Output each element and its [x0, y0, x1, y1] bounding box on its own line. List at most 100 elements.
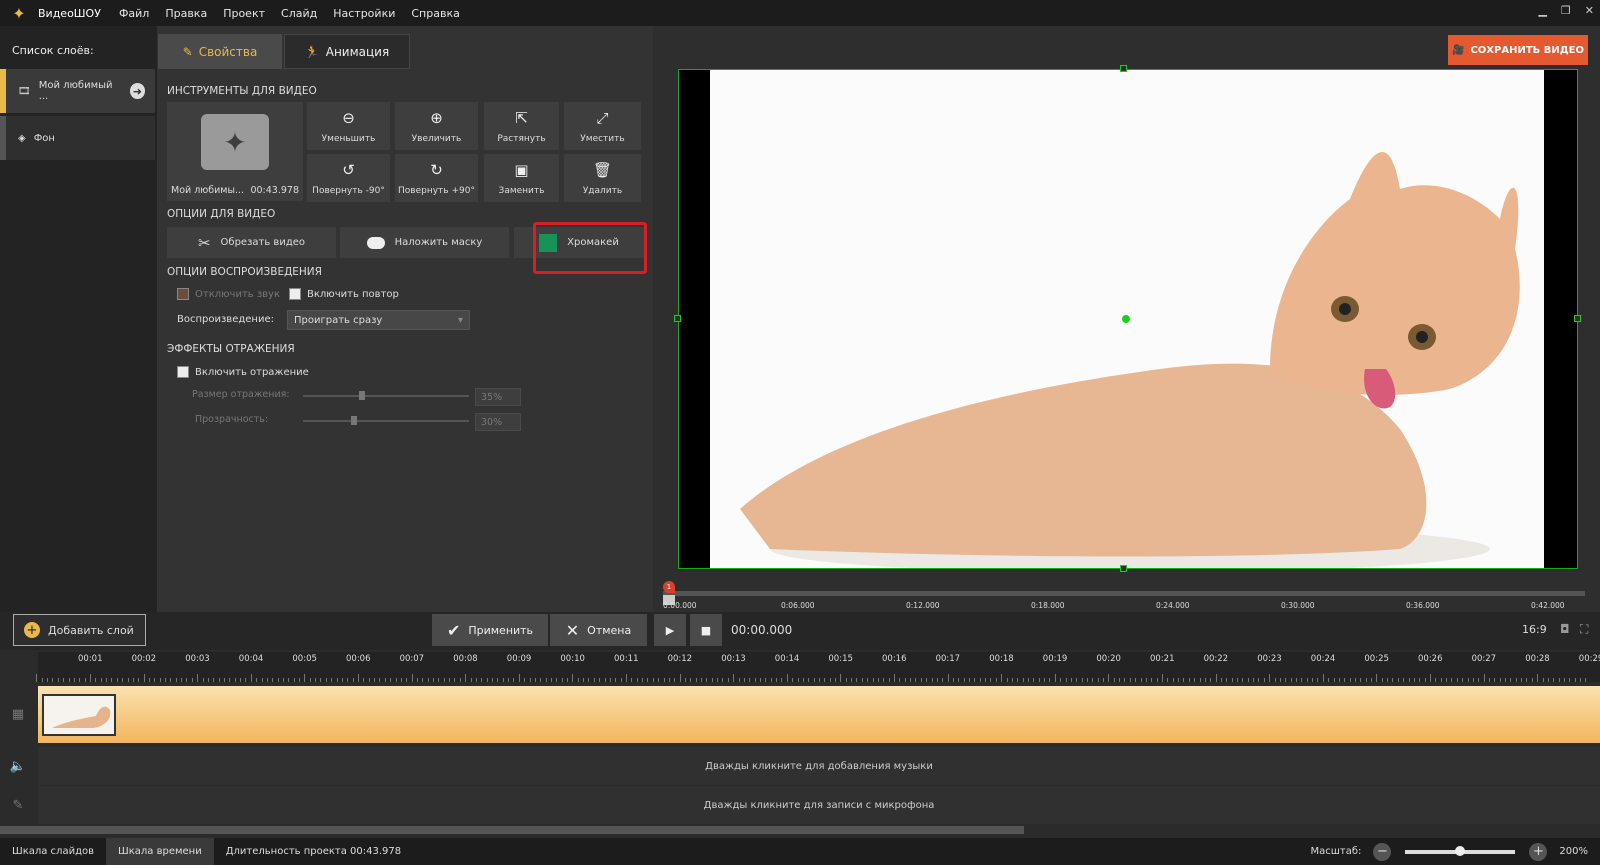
fit-button[interactable]: ⤢ Уместить: [564, 102, 641, 150]
timeline-tick-mark: [288, 678, 290, 682]
cut-video-button[interactable]: ✂ Обрезать видео: [167, 227, 336, 258]
timeline-tick-mark: [583, 678, 585, 682]
timeline-tick-mark: [1467, 678, 1469, 682]
preview-ruler[interactable]: 1 0:00.000 0:06.000 0:12.000 0:18.000 0:…: [663, 581, 1585, 610]
resize-handle[interactable]: [1120, 65, 1127, 72]
play-button[interactable]: ▶: [654, 614, 686, 646]
zoom-in-button[interactable]: ⊕ Увеличить: [395, 102, 478, 150]
timeline-tick-mark: [684, 678, 686, 682]
timeline-tick-mark: [920, 678, 922, 682]
tab-properties[interactable]: ✎ Свойства: [158, 34, 282, 69]
menu-file[interactable]: Файл: [119, 7, 149, 20]
opacity-spinner[interactable]: 30%: [475, 413, 521, 431]
opacity-slider[interactable]: [303, 416, 469, 425]
speaker-icon: 🔈: [9, 758, 27, 774]
video-track[interactable]: [38, 686, 1600, 743]
checkbox-loop[interactable]: [289, 288, 301, 300]
zoom-in-icon: ⊕: [430, 108, 443, 127]
timeline-tick-mark: [1108, 674, 1110, 682]
stretch-button[interactable]: ⇱ Растянуть: [484, 102, 559, 150]
slider-handle[interactable]: [1455, 845, 1466, 856]
fullscreen-icon[interactable]: ⛶: [1580, 622, 1588, 637]
playback-mode-select[interactable]: Проиграть сразу ▾: [287, 310, 470, 330]
resize-handle[interactable]: [1120, 565, 1127, 572]
reflection-size-slider[interactable]: [303, 391, 469, 400]
tab-animation[interactable]: 🏃 Анимация: [284, 34, 410, 69]
timeline-ruler[interactable]: 00:01 00:02 00:03 00:04 00:05 00:06 00:07 00:08…: [36, 652, 1600, 682]
timeline-tick-mark: [743, 678, 745, 682]
timeline-tick-label: 00:16: [882, 654, 907, 664]
aspect-ratio[interactable]: 16:9: [1522, 623, 1547, 636]
restore-icon[interactable]: ❐: [1561, 4, 1571, 17]
loop-checkbox[interactable]: Включить повтор: [289, 288, 399, 300]
rotate-left-button[interactable]: ↺ Повернуть -90°: [307, 154, 390, 202]
tool-label: Повернуть +90°: [398, 185, 475, 196]
apply-button[interactable]: ✔ Применить: [432, 614, 548, 646]
timeline-tick-mark: [379, 678, 381, 682]
timeline-tick-mark: [942, 678, 944, 682]
menu-edit[interactable]: Правка: [165, 7, 207, 20]
center-point[interactable]: [1122, 315, 1130, 323]
layer-item-background[interactable]: ◈ Фон: [0, 116, 155, 160]
zoom-out-button[interactable]: ⊖ Уменьшить: [307, 102, 390, 150]
stop-button[interactable]: ■: [690, 614, 722, 646]
timeline-tick-mark: [143, 674, 145, 682]
timeline-tick-mark: [1247, 678, 1249, 682]
reflection-checkbox[interactable]: Включить отражение: [177, 366, 309, 378]
zoom-in-icon[interactable]: +: [1529, 842, 1548, 861]
video-clip[interactable]: [42, 694, 116, 736]
menu-project[interactable]: Проект: [223, 7, 265, 20]
timeline-tick-mark: [1038, 678, 1040, 682]
minimize-icon[interactable]: ▁: [1538, 4, 1546, 17]
layer-item-video[interactable]: 🎞 Мой любимый ... ➜: [0, 69, 155, 113]
timeline-tick-mark: [1317, 678, 1319, 682]
delete-button[interactable]: 🗑 Удалить: [564, 154, 641, 202]
microphone-track[interactable]: Дважды кликните для записи с микрофона: [38, 786, 1600, 824]
save-video-button[interactable]: 🎥 СОХРАНИТЬ ВИДЕО: [1448, 35, 1588, 65]
mute-checkbox[interactable]: Отключить звук: [177, 288, 280, 300]
timeline-tick-mark: [449, 678, 451, 682]
music-track[interactable]: Дважды кликните для добавления музыки: [38, 747, 1600, 785]
close-icon[interactable]: ✕: [1585, 4, 1594, 17]
timeline-tick-label: 00:18: [989, 654, 1014, 664]
timeline-tick-mark: [213, 678, 215, 682]
timeline-tick-mark: [642, 678, 644, 682]
zoom-out-icon[interactable]: −: [1373, 842, 1392, 861]
timeline-tick-mark: [1446, 678, 1448, 682]
arrow-right-icon[interactable]: ➜: [129, 83, 145, 99]
timeline-scrollbar[interactable]: [0, 826, 1024, 834]
time-scale-tab[interactable]: Шкала времени: [106, 838, 214, 865]
mask-icon: [366, 236, 385, 249]
layers-title: Список слоёв:: [12, 44, 94, 57]
timeline-tick-mark: [1499, 678, 1501, 682]
timeline-tick-mark: [1215, 674, 1217, 682]
rotate-right-button[interactable]: ↻ Повернуть +90°: [395, 154, 478, 202]
marker-badge[interactable]: 1: [663, 581, 675, 593]
timeline-tick-mark: [647, 678, 649, 682]
reflection-size-spinner[interactable]: 35%: [475, 388, 521, 406]
thumb-name: Мой любимы...: [171, 185, 245, 196]
add-layer-button[interactable]: + Добавить слой: [13, 614, 146, 646]
menu-help[interactable]: Справка: [411, 7, 459, 20]
menu-settings[interactable]: Настройки: [333, 7, 395, 20]
timeline-tick-mark: [191, 678, 193, 682]
slides-timeline-tab[interactable]: Шкала слайдов: [0, 838, 106, 865]
menu-slide[interactable]: Слайд: [281, 7, 317, 20]
apply-mask-button[interactable]: Наложить маску: [340, 227, 509, 258]
slider-handle[interactable]: [359, 391, 365, 400]
timeline-tick-mark: [1269, 674, 1271, 682]
zoom-slider[interactable]: [1405, 845, 1516, 856]
checkbox-reflection[interactable]: [177, 366, 189, 378]
slider-handle[interactable]: [351, 416, 357, 425]
timeline-tick-mark: [363, 678, 365, 682]
replace-button[interactable]: ▣ Заменить: [484, 154, 559, 202]
timeline-tick-mark: [545, 678, 547, 682]
cancel-button[interactable]: ✕ Отмена: [550, 614, 647, 646]
timeline-tick-mark: [1494, 678, 1496, 682]
timeline-tick-mark: [481, 678, 483, 682]
resize-handle[interactable]: [674, 315, 681, 322]
resize-handle[interactable]: [1574, 315, 1581, 322]
checkbox-mute[interactable]: [177, 288, 189, 300]
timeline-tick-mark: [760, 678, 761, 682]
snapshot-icon[interactable]: ◘: [1560, 622, 1570, 636]
